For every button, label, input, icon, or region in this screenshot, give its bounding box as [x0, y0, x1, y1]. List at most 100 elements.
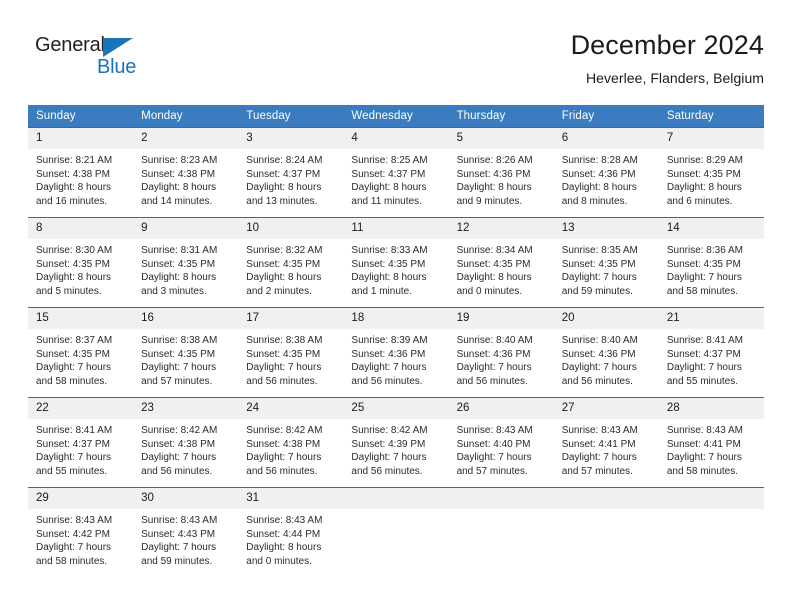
calendar-day-cell[interactable]: 11 Sunrise: 8:33 AM Sunset: 4:35 PM Dayligh… — [343, 217, 449, 308]
calendar-day-cell[interactable]: 30 Sunrise: 8:43 AM Sunset: 4:43 PM Dayligh… — [133, 487, 239, 578]
sunrise-text: Sunrise: 8:42 AM — [141, 425, 218, 436]
calendar-day-cell[interactable]: 14 Sunrise: 8:36 AM Sunset: 4:35 PM Dayligh… — [658, 217, 764, 308]
calendar-day-cell[interactable]: 6 Sunrise: 8:28 AM Sunset: 4:36 PM Daylight… — [553, 127, 659, 218]
day-info: Sunrise: 8:34 AM Sunset: 4:35 PM Daylight:… — [449, 239, 554, 298]
calendar-day-cell[interactable]: 18 Sunrise: 8:39 AM Sunset: 4:36 PM Dayligh… — [343, 307, 449, 398]
calendar-day-cell[interactable]: 22 Sunrise: 8:41 AM Sunset: 4:37 PM Dayligh… — [28, 397, 134, 488]
day-info: Sunrise: 8:43 AM Sunset: 4:41 PM Daylight:… — [659, 419, 764, 478]
daylight-text: Daylight: 8 hours — [351, 182, 427, 194]
day-number: 25 — [343, 398, 449, 419]
sunset-text: Sunset: 4:36 PM — [456, 168, 531, 180]
calendar-day-cell[interactable]: 10 Sunrise: 8:32 AM Sunset: 4:35 PM Dayligh… — [238, 217, 344, 308]
daylight-text: and 2 minutes. — [246, 285, 312, 297]
daylight-text: and 5 minutes. — [36, 285, 102, 297]
sunset-text: Sunset: 4:41 PM — [561, 438, 636, 450]
day-number: 20 — [553, 308, 659, 329]
brand-name-general: General — [35, 34, 105, 56]
sunrise-text: Sunrise: 8:41 AM — [36, 425, 113, 436]
day-info: Sunrise: 8:30 AM Sunset: 4:35 PM Daylight:… — [28, 239, 133, 298]
calendar-week-row: 22 Sunrise: 8:41 AM Sunset: 4:37 PM Dayligh… — [28, 397, 764, 488]
sunrise-text: Sunrise: 8:25 AM — [351, 155, 428, 166]
calendar-day-cell[interactable]: 26 Sunrise: 8:43 AM Sunset: 4:40 PM Dayligh… — [448, 397, 554, 488]
calendar-week-row: 1 Sunrise: 8:21 AM Sunset: 4:38 PM Daylight… — [28, 127, 764, 218]
calendar-day-cell[interactable]: 25 Sunrise: 8:42 AM Sunset: 4:39 PM Dayligh… — [343, 397, 449, 488]
brand-logo[interactable]: General Blue — [35, 34, 165, 84]
daylight-text: and 16 minutes. — [36, 195, 108, 207]
sunrise-text: Sunrise: 8:40 AM — [456, 335, 533, 346]
daylight-text: and 0 minutes. — [456, 285, 523, 297]
calendar-day-cell[interactable]: 1 Sunrise: 8:21 AM Sunset: 4:38 PM Daylight… — [28, 127, 134, 218]
calendar-day-cell[interactable]: 29 Sunrise: 8:43 AM Sunset: 4:42 PM Dayligh… — [28, 487, 134, 578]
calendar-day-cell[interactable]: 16 Sunrise: 8:38 AM Sunset: 4:35 PM Dayligh… — [133, 307, 239, 398]
sunrise-text: Sunrise: 8:23 AM — [141, 155, 218, 166]
daylight-text: and 0 minutes. — [246, 555, 312, 567]
weekday-header-monday: Monday — [133, 105, 239, 128]
sunset-text: Sunset: 4:37 PM — [36, 438, 110, 450]
calendar-day-cell-empty — [448, 487, 554, 578]
calendar-day-cell[interactable]: 19 Sunrise: 8:40 AM Sunset: 4:36 PM Dayligh… — [448, 307, 554, 398]
calendar-day-cell[interactable]: 4 Sunrise: 8:25 AM Sunset: 4:37 PM Daylight… — [343, 127, 449, 218]
sunset-text: Sunset: 4:36 PM — [351, 348, 426, 360]
calendar-day-cell[interactable]: 9 Sunrise: 8:31 AM Sunset: 4:35 PM Daylight… — [133, 217, 239, 308]
day-number: 21 — [658, 308, 764, 329]
daylight-text: Daylight: 7 hours — [141, 542, 217, 554]
calendar-day-cell[interactable]: 8 Sunrise: 8:30 AM Sunset: 4:35 PM Daylight… — [28, 217, 134, 308]
calendar-day-cell[interactable]: 7 Sunrise: 8:29 AM Sunset: 4:35 PM Daylight… — [658, 127, 764, 218]
calendar-day-cell[interactable]: 21 Sunrise: 8:41 AM Sunset: 4:37 PM Dayligh… — [658, 307, 764, 398]
day-info: Sunrise: 8:23 AM Sunset: 4:38 PM Daylight:… — [133, 149, 238, 208]
calendar-day-cell[interactable]: 24 Sunrise: 8:42 AM Sunset: 4:38 PM Dayligh… — [238, 397, 344, 488]
calendar-day-cell[interactable]: 2 Sunrise: 8:23 AM Sunset: 4:38 PM Daylight… — [133, 127, 239, 218]
calendar-day-cell[interactable]: 20 Sunrise: 8:40 AM Sunset: 4:36 PM Dayligh… — [553, 307, 659, 398]
calendar-day-cell-empty — [553, 487, 659, 578]
day-number: 12 — [448, 218, 554, 239]
calendar-day-cell[interactable]: 13 Sunrise: 8:35 AM Sunset: 4:35 PM Dayligh… — [553, 217, 659, 308]
sunrise-text: Sunrise: 8:38 AM — [141, 335, 218, 346]
daylight-text: Daylight: 7 hours — [456, 452, 532, 464]
day-info: Sunrise: 8:43 AM Sunset: 4:42 PM Daylight:… — [28, 509, 133, 568]
calendar-day-cell[interactable]: 27 Sunrise: 8:43 AM Sunset: 4:41 PM Dayligh… — [553, 397, 659, 488]
sunrise-text: Sunrise: 8:43 AM — [246, 515, 323, 526]
calendar-page: General Blue December 2024 Heverlee, Fla… — [0, 0, 792, 612]
day-number: 4 — [343, 128, 449, 149]
day-info: Sunrise: 8:41 AM Sunset: 4:37 PM Daylight:… — [28, 419, 133, 478]
calendar-day-cell[interactable]: 28 Sunrise: 8:43 AM Sunset: 4:41 PM Dayligh… — [658, 397, 764, 488]
page-title: December 2024 — [570, 30, 764, 60]
daylight-text: Daylight: 7 hours — [666, 272, 742, 284]
daylight-text: Daylight: 7 hours — [351, 362, 427, 374]
daylight-text: Daylight: 7 hours — [36, 362, 112, 374]
sunset-text: Sunset: 4:39 PM — [351, 438, 426, 450]
daylight-text: Daylight: 8 hours — [246, 272, 322, 284]
daylight-text: and 14 minutes. — [141, 195, 213, 207]
weekday-header-thursday: Thursday — [448, 105, 554, 128]
sunrise-text: Sunrise: 8:43 AM — [141, 515, 218, 526]
sunset-text: Sunset: 4:38 PM — [141, 438, 216, 450]
sunset-text: Sunset: 4:43 PM — [141, 528, 216, 540]
sunset-text: Sunset: 4:38 PM — [36, 168, 110, 180]
sunrise-text: Sunrise: 8:35 AM — [561, 245, 638, 256]
calendar-day-cell[interactable]: 15 Sunrise: 8:37 AM Sunset: 4:35 PM Dayligh… — [28, 307, 134, 398]
daylight-text: and 56 minutes. — [351, 465, 423, 477]
day-info: Sunrise: 8:41 AM Sunset: 4:37 PM Daylight:… — [659, 329, 764, 388]
sunrise-text: Sunrise: 8:42 AM — [246, 425, 323, 436]
day-number — [448, 488, 554, 509]
daylight-text: and 58 minutes. — [36, 555, 108, 567]
sunset-text: Sunset: 4:35 PM — [141, 348, 216, 360]
daylight-text: and 3 minutes. — [141, 285, 207, 297]
daylight-text: Daylight: 7 hours — [246, 452, 322, 464]
weekday-header-friday: Friday — [553, 105, 659, 128]
day-info: Sunrise: 8:43 AM Sunset: 4:44 PM Daylight:… — [238, 509, 343, 568]
calendar-week-row: 15 Sunrise: 8:37 AM Sunset: 4:35 PM Dayligh… — [28, 307, 764, 398]
daylight-text: and 56 minutes. — [561, 375, 633, 387]
calendar-day-cell-empty — [343, 487, 449, 578]
sunset-text: Sunset: 4:37 PM — [351, 168, 426, 180]
calendar-day-cell[interactable]: 31 Sunrise: 8:43 AM Sunset: 4:44 PM Dayligh… — [238, 487, 344, 578]
calendar-day-cell[interactable]: 5 Sunrise: 8:26 AM Sunset: 4:36 PM Daylight… — [448, 127, 554, 218]
calendar-day-cell[interactable]: 3 Sunrise: 8:24 AM Sunset: 4:37 PM Daylight… — [238, 127, 344, 218]
calendar-day-cell[interactable]: 12 Sunrise: 8:34 AM Sunset: 4:35 PM Dayligh… — [448, 217, 554, 308]
day-info: Sunrise: 8:28 AM Sunset: 4:36 PM Daylight:… — [554, 149, 659, 208]
day-info: Sunrise: 8:38 AM Sunset: 4:35 PM Daylight:… — [238, 329, 343, 388]
sunrise-text: Sunrise: 8:43 AM — [561, 425, 638, 436]
day-number: 31 — [238, 488, 344, 509]
calendar-day-cell[interactable]: 23 Sunrise: 8:42 AM Sunset: 4:38 PM Dayligh… — [133, 397, 239, 488]
calendar-day-cell[interactable]: 17 Sunrise: 8:38 AM Sunset: 4:35 PM Dayligh… — [238, 307, 344, 398]
